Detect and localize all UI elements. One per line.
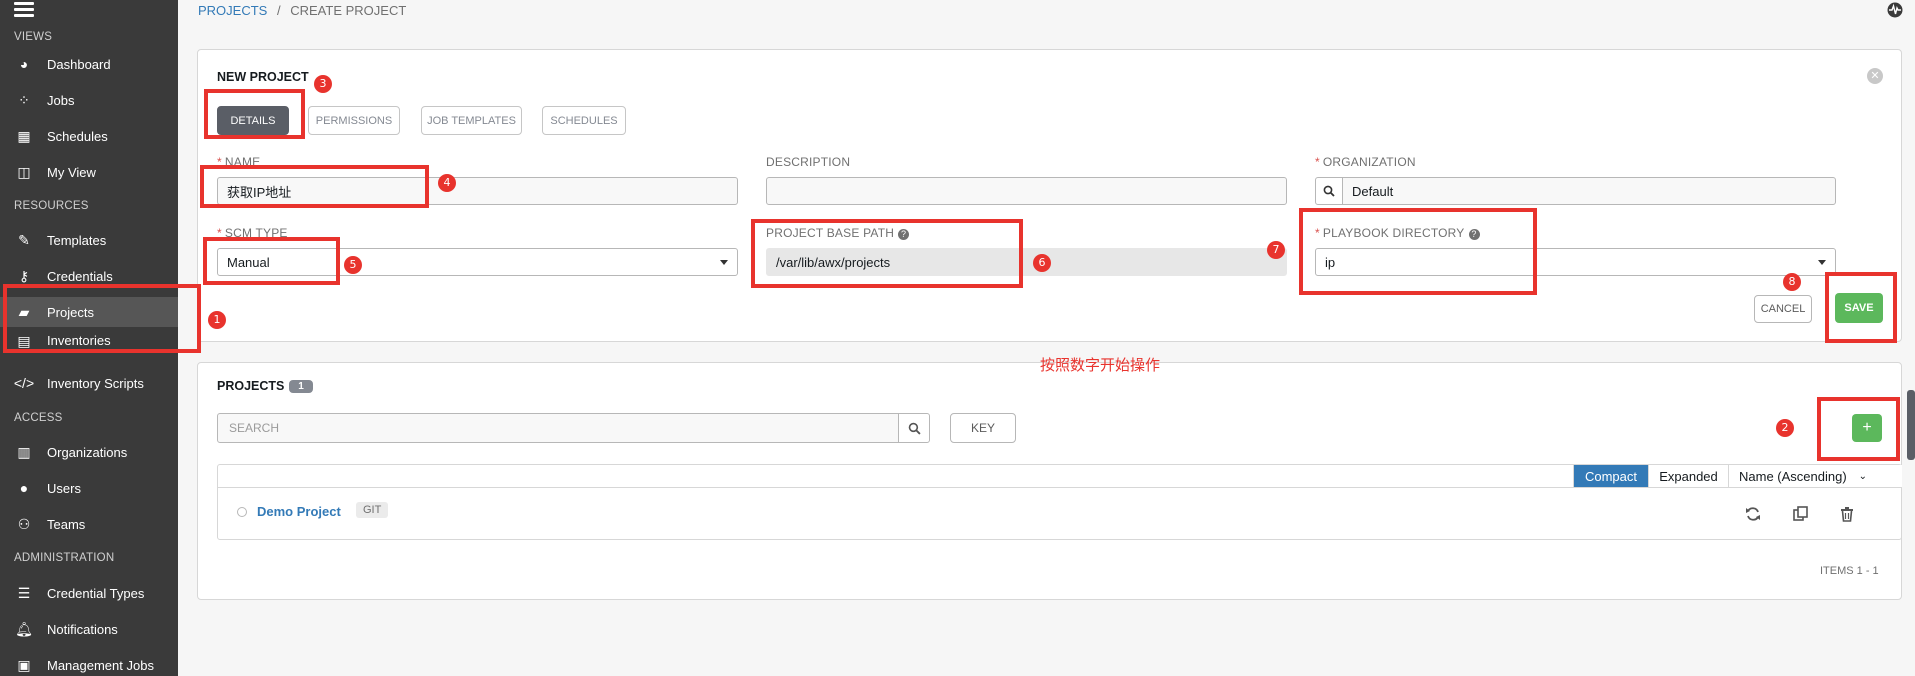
sidebar-item-organizations[interactable]: ▥ Organizations: [0, 437, 178, 467]
chevron-down-icon: [1818, 260, 1826, 265]
annotation-box-6: [751, 219, 1023, 288]
annotation-box-1: [3, 284, 201, 353]
sidebar-item-users[interactable]: ● Users: [0, 473, 178, 503]
annotation-number-2: 2: [1776, 419, 1794, 437]
breadcrumb: PROJECTS / CREATE PROJECT: [198, 3, 406, 18]
code-icon: </>: [13, 375, 35, 391]
breadcrumb-separator: /: [276, 3, 281, 18]
projects-count-badge: 1: [289, 380, 313, 393]
compact-view-toggle[interactable]: Compact: [1573, 465, 1648, 487]
organization-input[interactable]: Default: [1342, 177, 1836, 205]
section-administration: ADMINISTRATION: [14, 552, 115, 564]
chevron-down-icon: ⌄: [1858, 470, 1868, 482]
sidebar-item-dashboard[interactable]: ◕ Dashboard: [0, 49, 178, 79]
annotation-box-5: [203, 237, 340, 285]
sidebar-item-notifications[interactable]: 🔔︎ Notifications: [0, 614, 178, 644]
search-button[interactable]: [898, 413, 930, 443]
annotation-number-8: 8: [1783, 273, 1801, 291]
project-name-link[interactable]: Demo Project: [257, 504, 341, 519]
annotation-number-7: 7: [1267, 241, 1285, 259]
sidebar-item-my-view[interactable]: ◫ My View: [0, 157, 178, 187]
description-input[interactable]: [766, 177, 1287, 205]
sidebar-item-teams[interactable]: ⚇ Teams: [0, 509, 178, 539]
annotation-note: 按照数字开始操作: [1040, 356, 1161, 374]
annotation-number-1: 1: [208, 311, 226, 329]
projects-list: Compact Expanded Name (Ascending) ⌄ Demo …: [217, 464, 1902, 540]
annotation-number-4: 4: [438, 174, 456, 192]
my-view-icon: ◫: [17, 163, 31, 180]
organization-label: * ORGANIZATION: [1315, 155, 1416, 169]
copy-icon[interactable]: [1792, 505, 1810, 523]
dashboard-icon: ◕: [19, 56, 29, 72]
sync-icon[interactable]: [1744, 505, 1762, 523]
close-icon[interactable]: ✕: [1867, 68, 1883, 84]
chevron-down-icon: [720, 260, 728, 265]
sidebar-item-templates[interactable]: ✎ Templates: [0, 225, 178, 255]
sort-dropdown[interactable]: Name (Ascending) ⌄: [1728, 465, 1902, 487]
sidebar-item-jobs[interactable]: ⁘ Jobs: [0, 85, 178, 115]
briefcase-icon: ▣: [17, 656, 31, 673]
tab-schedules[interactable]: SCHEDULES: [542, 106, 626, 135]
annotation-box-7: [1299, 208, 1537, 295]
annotation-number-3: 3: [314, 75, 332, 93]
projects-list-title: PROJECTS: [217, 379, 285, 393]
sidebar-item-management-jobs[interactable]: ▣ Management Jobs: [0, 650, 178, 676]
scrollbar[interactable]: [1907, 390, 1915, 460]
list-header: Compact Expanded Name (Ascending) ⌄: [218, 465, 1902, 488]
user-icon: ●: [19, 480, 29, 496]
annotation-box-3: [204, 89, 305, 139]
description-label: DESCRIPTION: [766, 155, 851, 169]
sidebar-item-schedules[interactable]: ▦ Schedules: [0, 121, 178, 151]
activity-stream-icon[interactable]: [1887, 2, 1903, 18]
tab-permissions[interactable]: PERMISSIONS: [308, 106, 400, 135]
annotation-number-5: 5: [344, 256, 362, 274]
scm-tag: GIT: [356, 502, 389, 518]
search-icon: [1323, 185, 1335, 197]
breadcrumb-current: CREATE PROJECT: [290, 3, 407, 18]
sidebar-item-credential-types[interactable]: ☰ Credential Types: [0, 578, 178, 608]
organization-lookup-button[interactable]: [1315, 177, 1343, 205]
annotation-box-4: [200, 165, 429, 208]
breadcrumb-projects-link[interactable]: PROJECTS: [198, 3, 267, 18]
section-access: ACCESS: [14, 412, 63, 424]
hamburger-menu-icon[interactable]: [14, 2, 34, 18]
trash-icon[interactable]: [1838, 505, 1856, 523]
annotation-number-6: 6: [1033, 254, 1051, 272]
jobs-icon: ⁘: [18, 91, 30, 108]
bell-icon: 🔔︎: [15, 620, 33, 637]
items-count: ITEMS 1 - 1: [1820, 565, 1879, 577]
search-icon: [908, 422, 921, 435]
annotation-box-2: [1817, 397, 1900, 461]
key-button[interactable]: KEY: [950, 413, 1016, 443]
cancel-button[interactable]: CANCEL: [1754, 295, 1812, 323]
list-icon: ☰: [17, 584, 31, 601]
calendar-icon: ▦: [17, 127, 31, 144]
annotation-box-8: [1825, 272, 1897, 343]
pencil-icon: ✎: [18, 231, 30, 248]
building-icon: ▥: [17, 443, 31, 460]
section-views: VIEWS: [14, 31, 53, 43]
team-icon: ⚇: [17, 515, 31, 532]
expanded-view-toggle[interactable]: Expanded: [1648, 465, 1728, 487]
search-input[interactable]: SEARCH: [217, 413, 899, 443]
sidebar-item-inventory-scripts[interactable]: </> Inventory Scripts: [0, 368, 178, 398]
tab-job-templates[interactable]: JOB TEMPLATES: [421, 106, 522, 135]
form-title: NEW PROJECT: [217, 70, 309, 84]
row-status-icon: [237, 507, 247, 517]
key-icon: ⚷: [18, 267, 30, 284]
section-resources: RESOURCES: [14, 200, 89, 212]
